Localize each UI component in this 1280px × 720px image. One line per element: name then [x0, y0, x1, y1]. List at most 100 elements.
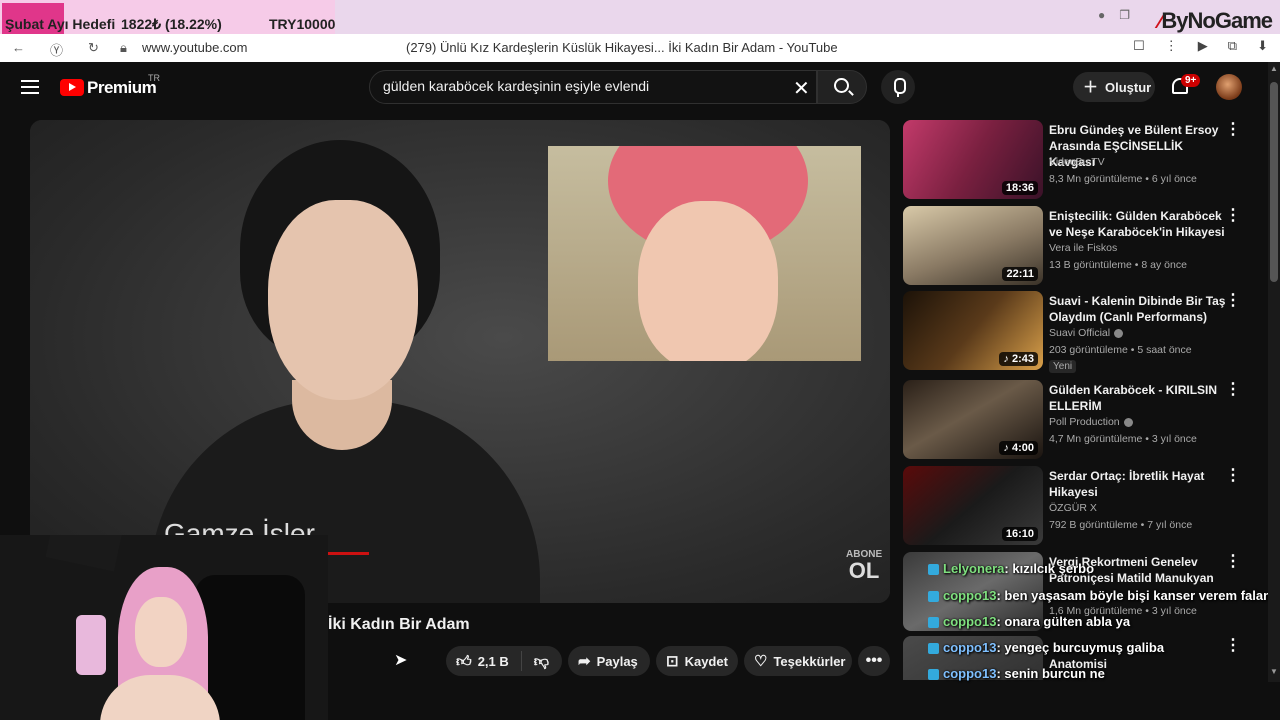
chat-text: : kızılcık şerbo [1004, 561, 1095, 576]
scroll-down-icon[interactable]: ▼ [1270, 667, 1278, 676]
notification-badge: 9+ [1181, 74, 1201, 87]
chat-username: coppo13 [943, 640, 997, 655]
chat-message: coppo13: ben yaşasam böyle bişi kanser v… [928, 588, 1280, 603]
channel-name[interactable]: Suavi Official [1049, 327, 1124, 339]
chat-text: : onara gülten abla ya [996, 614, 1131, 629]
video-meta: 13 B görüntüleme • 8 ay önce [1049, 259, 1187, 271]
thanks-button[interactable]: ♡ Teşekkürler [744, 646, 852, 676]
page-scrollbar[interactable]: ▲ ▼ [1268, 62, 1280, 682]
video-meta: 203 görüntüleme • 5 saat önce [1049, 344, 1192, 356]
video-thumbnail[interactable]: 16:10 [903, 466, 1043, 545]
video-duration: 16:10 [1001, 527, 1038, 541]
avatar[interactable] [1216, 74, 1242, 100]
donation-goal-label: Şubat Ayı Hedefi [5, 16, 116, 32]
chat-username: coppo13 [943, 666, 997, 681]
speaker-face [268, 200, 418, 400]
create-button[interactable]: ＋ Oluştur [1073, 72, 1155, 102]
bynogame-logo: ⁄ByNoGame [1158, 8, 1273, 33]
streamer-microphone [76, 615, 106, 675]
youtube-premium-label[interactable]: Premium [87, 78, 157, 98]
chat-badge-icon [928, 617, 939, 629]
more-icon[interactable]: ⋮ [1225, 122, 1241, 138]
url-field[interactable]: www.youtube.com [142, 40, 248, 55]
chat-text: : senin burcun ne [996, 666, 1105, 681]
like-button[interactable]: 👍︎ 2,1 B [446, 651, 522, 671]
donation-goal-amount: 1822₺ (18.22%) [121, 16, 222, 32]
video-title: İki Kadın Bir Adam [328, 616, 470, 633]
downloads-icon[interactable]: ⬇ [1257, 38, 1268, 54]
chat-badge-icon [928, 669, 939, 681]
chat-message: coppo13: onara gülten abla ya [928, 614, 1131, 629]
dislike-icon: 👎︎ [533, 652, 549, 670]
save-button[interactable]: ⊡ Kaydet [656, 646, 738, 676]
minimize-icon[interactable]: ● [1098, 8, 1105, 22]
video-title[interactable]: Eniştecilik: Gülden Karaböcek ve Neşe Ka… [1049, 208, 1229, 240]
inset-photo [548, 146, 861, 361]
video-player[interactable]: Gamze İşler ABONE OL [30, 120, 890, 603]
channel-name[interactable]: Poll Production [1049, 416, 1133, 428]
search-icon[interactable] [834, 78, 849, 93]
like-dislike-group: 👍︎ 2,1 B 👎︎ [446, 646, 562, 676]
window-controls[interactable]: ● ❐ [1098, 8, 1130, 22]
restore-icon[interactable]: ❐ [1119, 8, 1130, 22]
video-title[interactable]: Serdar Ortaç: İbretlik Hayat Hikayesi [1049, 468, 1229, 500]
page-tab-title: (279) Ünlü Kız Kardeşlerin Küslük Hikaye… [406, 40, 838, 55]
chat-badge-icon [928, 643, 939, 655]
recommendation-item[interactable]: 18:36 Ebru Gündeş ve Bülent Ersoy Arasın… [903, 120, 1248, 200]
browser-menu-icon[interactable]: ⋮ [1165, 38, 1178, 54]
video-thumbnail[interactable]: ♪ 4:00 [903, 380, 1043, 459]
more-icon[interactable]: ⋮ [1225, 554, 1241, 570]
recommendation-item[interactable]: 16:10 Serdar Ortaç: İbretlik Hayat Hikay… [903, 466, 1248, 546]
video-meta: 4,7 Mn görüntüleme • 3 yıl önce [1049, 433, 1197, 445]
search-input[interactable]: gülden karaböcek kardeşinin eşiyle evlen… [383, 78, 649, 94]
video-duration: 22:11 [1002, 267, 1038, 281]
create-label: Oluştur [1105, 79, 1152, 95]
more-icon[interactable]: ⋮ [1225, 382, 1241, 398]
youtube-logo-icon[interactable] [60, 79, 84, 96]
screen: ● ❐ ⁄ByNoGame Şubat Ayı Hedefi 1822₺ (18.… [0, 0, 1280, 720]
more-icon[interactable]: ⋮ [1225, 293, 1241, 309]
subscribe-watermark[interactable]: ABONE OL [846, 550, 882, 582]
extensions-icon[interactable]: ⧉ [1228, 38, 1237, 54]
verified-icon [1114, 328, 1124, 338]
mouse-cursor-icon: ➤ [394, 652, 408, 669]
cube-prop [45, 535, 129, 572]
new-badge: Yeni [1049, 360, 1077, 373]
video-duration: ♪ 4:00 [999, 441, 1038, 455]
video-title[interactable]: Gülden Karaböcek - KIRILSIN ELLERİM [1049, 382, 1229, 414]
more-actions-button[interactable]: ••• [858, 646, 890, 676]
more-icon[interactable]: ⋮ [1225, 638, 1241, 654]
video-title[interactable]: Suavi - Kalenin Dibinde Bir Taş Olaydım … [1049, 293, 1229, 325]
plus-icon: ＋ [1083, 78, 1099, 96]
save-icon: ⊡ [666, 652, 679, 670]
scrollbar-thumb[interactable] [1270, 82, 1278, 282]
channel-name[interactable]: VideoBu TV [1049, 156, 1105, 168]
like-count: 2,1 B [477, 653, 509, 669]
yandex-icon[interactable]: Ⓨ [50, 40, 63, 59]
chat-username: coppo13 [943, 588, 997, 603]
clear-icon[interactable]: ✕ [793, 76, 810, 101]
share-button[interactable]: ➦ Paylaş [568, 646, 650, 676]
recommendation-item[interactable]: 22:11 Eniştecilik: Gülden Karaböcek ve N… [903, 206, 1248, 286]
reload-icon[interactable]: ↻ [88, 40, 99, 56]
chat-message: coppo13: yengeç burcuymuş galiba [928, 640, 1164, 655]
recommendation-item[interactable]: ♪ 4:00 Gülden Karaböcek - KIRILSIN ELLER… [903, 380, 1248, 460]
recommendation-item[interactable]: ♪ 2:43 Suavi - Kalenin Dibinde Bir Taş O… [903, 291, 1248, 373]
menu-icon[interactable] [21, 80, 39, 94]
scroll-up-icon[interactable]: ▲ [1270, 64, 1278, 73]
video-duration: ♪ 2:43 [999, 352, 1038, 366]
video-thumbnail[interactable]: 22:11 [903, 206, 1043, 285]
back-icon[interactable]: ← [12, 40, 25, 55]
channel-name[interactable]: Vera ile Fiskos [1049, 242, 1117, 254]
media-icon[interactable]: ▶ [1198, 38, 1208, 54]
video-thumbnail[interactable]: ♪ 2:43 [903, 291, 1043, 370]
lock-icon[interactable]: 🔒︎ [120, 40, 127, 56]
more-icon[interactable]: ⋮ [1225, 208, 1241, 224]
mic-icon[interactable] [881, 70, 915, 104]
bookmark-icon[interactable]: ☐ [1133, 38, 1145, 54]
video-thumbnail[interactable]: 18:36 [903, 120, 1043, 199]
dislike-button[interactable]: 👎︎ [522, 654, 549, 669]
channel-name[interactable]: ÖZGÜR X [1049, 502, 1097, 514]
channel-name-text: Suavi Official [1049, 327, 1111, 339]
more-icon[interactable]: ⋮ [1225, 468, 1241, 484]
